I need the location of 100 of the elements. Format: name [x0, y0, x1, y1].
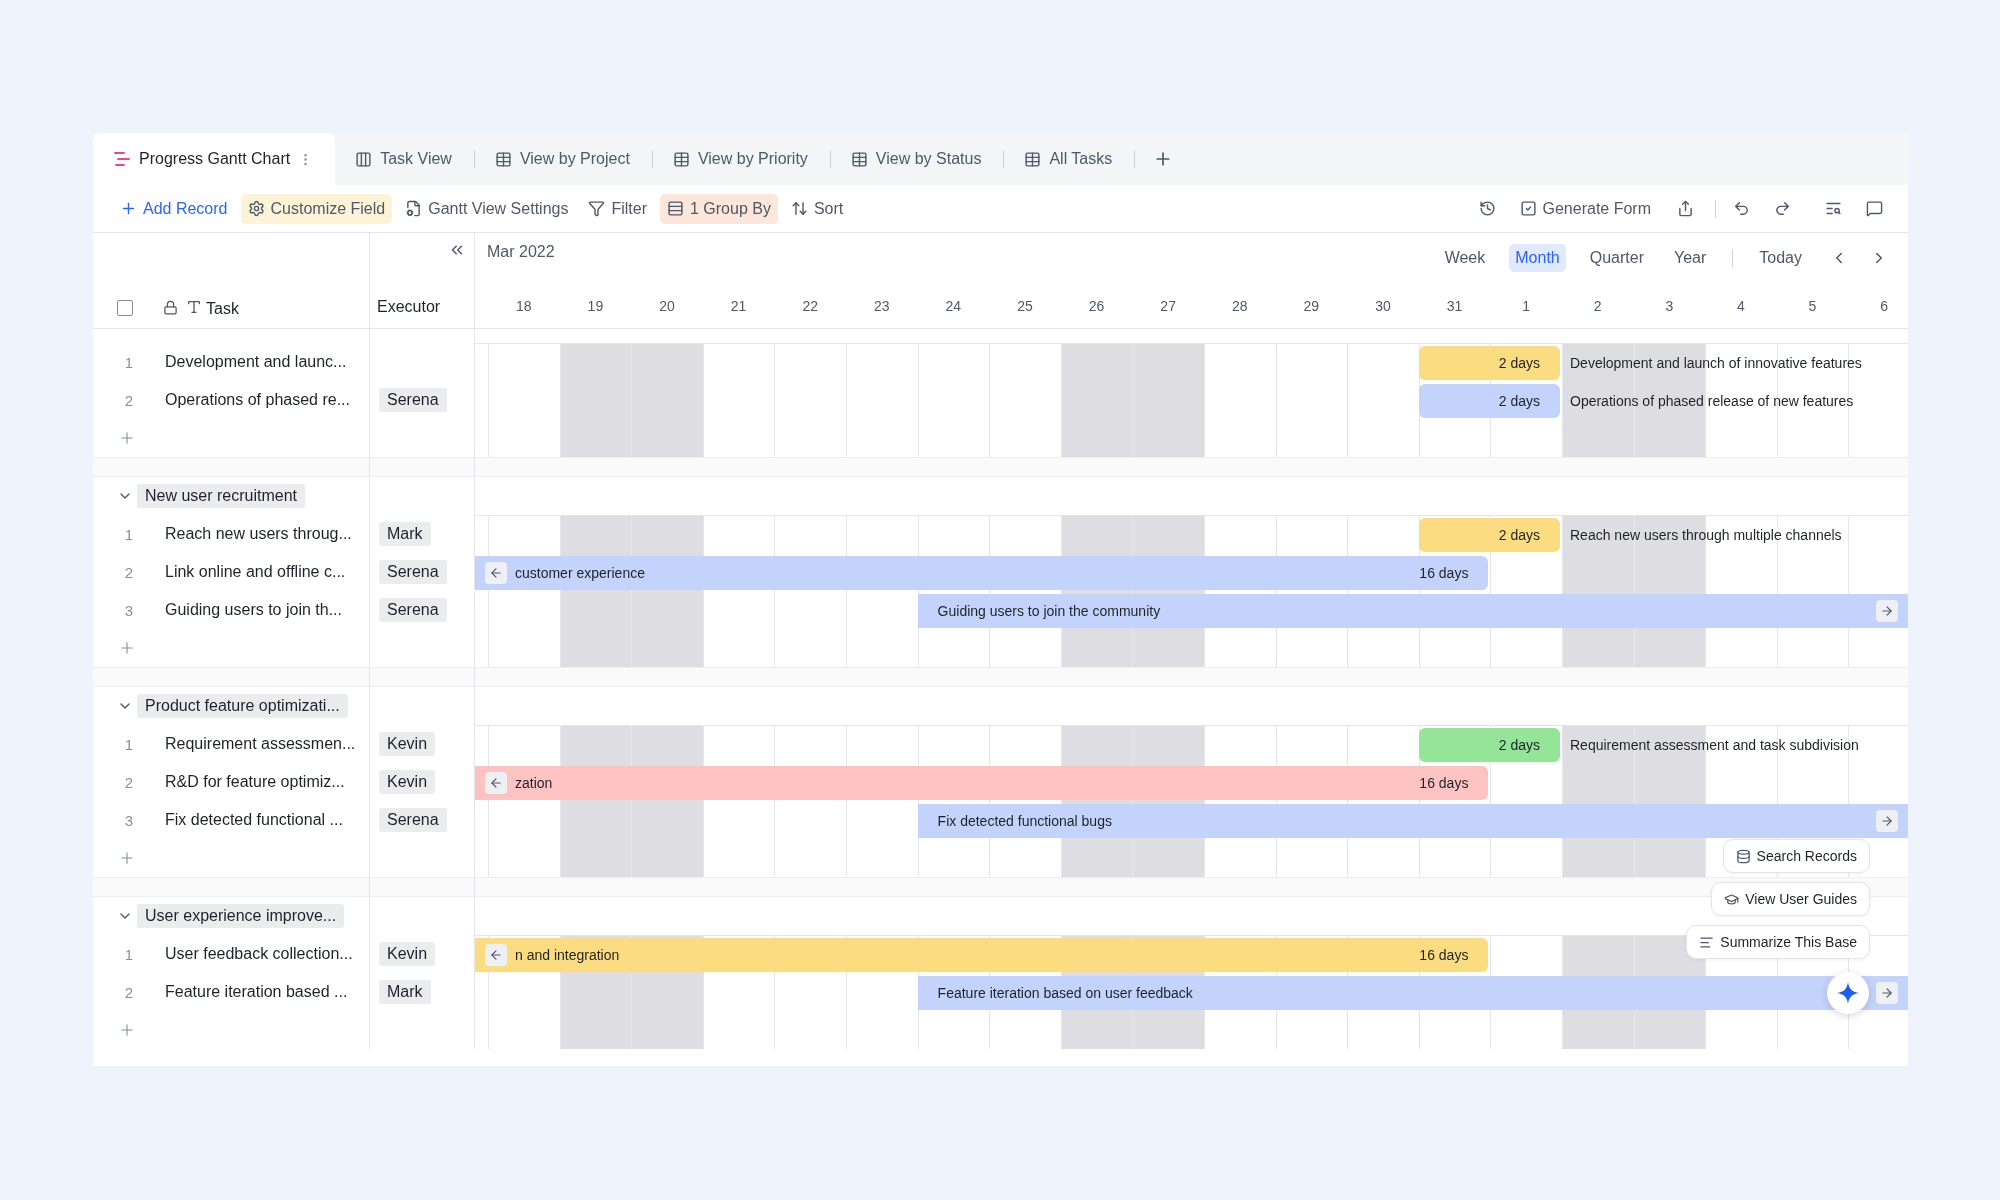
executor-tag: Kevin: [379, 770, 436, 794]
scroll-left-button[interactable]: [485, 944, 507, 966]
task-name: R&D for feature optimiz...: [165, 773, 345, 791]
group-label: Product feature optimizati...: [137, 694, 348, 718]
sort-icon: [790, 200, 808, 217]
scale-tab[interactable]: Month: [1509, 244, 1566, 272]
duration-label: 2 days: [1498, 737, 1540, 753]
table-icon: [1024, 150, 1042, 168]
task-name: Reach new users throug...: [165, 525, 352, 543]
row-number: 3: [123, 601, 135, 619]
toolbar-button[interactable]: Sort: [783, 193, 851, 224]
date-label: 27: [1159, 297, 1177, 314]
redo-icon: [1774, 200, 1791, 217]
text-field-icon: [186, 299, 202, 315]
row-number: 2: [123, 983, 135, 1001]
select-all-checkbox[interactable]: [117, 300, 133, 316]
view-tab[interactable]: All Tasks: [1004, 133, 1135, 185]
date-label: 31: [1445, 297, 1464, 314]
row-number: 1: [123, 945, 135, 963]
gantt-bar[interactable]: 2 days: [1418, 346, 1560, 380]
gantt-icon: [113, 150, 131, 168]
document-gear-icon: [405, 200, 423, 217]
row-number: 1: [123, 525, 135, 543]
bar-label: Feature iteration based on user feedback: [937, 985, 1193, 1001]
gantt-bar[interactable]: 2 days: [1418, 518, 1560, 552]
gantt-bar[interactable]: Feature iteration based on user feedback: [917, 976, 1908, 1010]
table-icon: [850, 150, 868, 168]
duration-label: 2 days: [1498, 393, 1540, 409]
column-header: Executor: [377, 298, 442, 316]
gantt-bar[interactable]: customer experience 16 days: [475, 556, 1489, 590]
scroll-left-button[interactable]: [485, 772, 507, 794]
date-label: 25: [1016, 297, 1034, 314]
executor-tag: Mark: [379, 980, 431, 1004]
date-label: 20: [658, 297, 676, 314]
date-label: 24: [944, 297, 963, 314]
date-label: 4: [1736, 297, 1746, 314]
share-icon: [1677, 200, 1694, 217]
view-tab[interactable]: View by Priority: [652, 133, 830, 185]
toolbar-button[interactable]: Customize Field: [240, 193, 393, 224]
task-name: Guiding users to join th...: [165, 601, 342, 619]
date-label: 28: [1230, 297, 1249, 314]
row-number: 2: [123, 773, 135, 791]
scroll-right-button[interactable]: [1876, 600, 1898, 622]
date-label: 3: [1664, 297, 1675, 314]
scale-tab[interactable]: Year: [1667, 244, 1713, 272]
checkbox-icon: [1519, 200, 1537, 217]
executor-tag: Serena: [379, 560, 447, 584]
view-tab[interactable]: Task View: [335, 133, 474, 185]
executor-tag: Kevin: [379, 942, 436, 966]
group-label: New user recruitment: [137, 484, 306, 508]
scroll-right-button[interactable]: [1876, 810, 1898, 832]
assistant-action-button[interactable]: View User Guides: [1711, 882, 1870, 916]
bar-label: zation: [515, 775, 553, 791]
month-label: Mar 2022: [487, 243, 555, 261]
scroll-left-button[interactable]: [485, 562, 507, 584]
scale-tab[interactable]: Week: [1438, 244, 1492, 272]
task-title: Reach new users through multiple channels: [1570, 526, 1842, 545]
date-label: 29: [1302, 297, 1321, 314]
view-tab[interactable]: Progress Gantt Chart: [93, 133, 336, 185]
executor-tag: Serena: [379, 388, 447, 412]
date-label: 2: [1592, 297, 1603, 314]
toolbar-button[interactable]: 1 Group By: [660, 193, 778, 224]
scroll-right-button[interactable]: [1876, 982, 1898, 1004]
date-label: 30: [1374, 297, 1392, 314]
executor-tag: Serena: [379, 808, 447, 832]
row-number: 3: [123, 811, 135, 829]
task-title: Requirement assessment and task subdivision: [1570, 736, 1859, 755]
duration-label: 16 days: [1419, 565, 1469, 581]
date-label: 1: [1521, 297, 1531, 314]
gantt-bar[interactable]: Fix detected functional bugs: [917, 804, 1908, 838]
task-title: Development and launch of innovative features: [1570, 354, 1862, 373]
assistant-action-button[interactable]: Search Records: [1722, 839, 1870, 873]
toolbar-button[interactable]: Generate Form: [1512, 193, 1658, 224]
date-label: 21: [729, 297, 748, 314]
gantt-bar[interactable]: n and integration 16 days: [475, 938, 1489, 972]
gantt-bar[interactable]: zation 16 days: [475, 766, 1489, 800]
assistant-action-button[interactable]: Summarize This Base: [1686, 925, 1870, 959]
database-icon: [1735, 848, 1751, 864]
today-button[interactable]: Today: [1753, 244, 1808, 272]
gantt-bar[interactable]: 2 days: [1418, 728, 1560, 762]
column-header: Task: [206, 300, 239, 318]
list-icon: [1699, 934, 1715, 950]
row-number: 2: [123, 563, 135, 581]
date-label: 18: [515, 297, 533, 314]
gantt-bar[interactable]: 2 days: [1418, 384, 1560, 418]
view-tab[interactable]: View by Status: [830, 133, 1004, 185]
duration-label: 16 days: [1419, 775, 1469, 791]
toolbar-button[interactable]: Gantt View Settings: [398, 193, 576, 224]
task-name: Feature iteration based ...: [165, 983, 348, 1001]
toolbar-button[interactable]: Add Record: [113, 193, 235, 224]
scale-tab[interactable]: Quarter: [1583, 244, 1650, 272]
graduation-cap-icon: [1724, 891, 1740, 907]
task-name: User feedback collection...: [165, 945, 353, 963]
bar-label: Fix detected functional bugs: [937, 813, 1112, 829]
toolbar-button[interactable]: Filter: [581, 193, 654, 224]
view-tab[interactable]: View by Project: [474, 133, 652, 185]
gantt-bar[interactable]: Guiding users to join the community: [917, 594, 1908, 628]
task-name: Link online and offline c...: [165, 563, 346, 581]
history-icon: [1478, 200, 1496, 217]
row-number: 1: [123, 735, 135, 753]
